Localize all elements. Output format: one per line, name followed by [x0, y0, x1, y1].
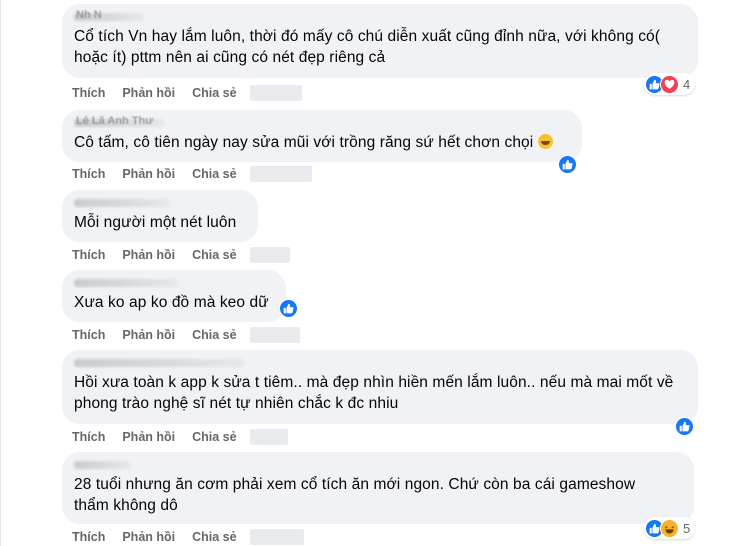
author-name[interactable] [74, 357, 686, 369]
share-button[interactable]: Chia sẻ [192, 86, 236, 100]
author-name[interactable] [74, 459, 682, 471]
like-button[interactable]: Thích [72, 248, 105, 262]
author-name[interactable]: Lê Lã Anh Thư [74, 115, 570, 129]
comment-text: Hồi xưa toàn k app k sửa t tiêm.. mà đẹp… [74, 374, 674, 412]
like-icon [279, 298, 298, 318]
share-button[interactable]: Chia sẻ [192, 530, 236, 544]
like-button[interactable]: Thích [72, 328, 105, 342]
love-icon [660, 74, 679, 94]
share-button[interactable]: Chia sẻ [192, 430, 236, 444]
redacted-timestamp [249, 85, 302, 101]
comment-bubble: Xưa ko ap ko đồ mà keo dữ [62, 270, 286, 322]
redacted-timestamp [249, 529, 304, 545]
redacted-timestamp [249, 327, 300, 343]
reaction-summary[interactable]: 5 [644, 517, 696, 539]
share-button[interactable]: Chia sẻ [192, 328, 236, 342]
author-name[interactable] [74, 277, 274, 289]
reaction-summary[interactable] [674, 415, 697, 437]
comment-text: Cổ tích Vn hay lắm luôn, thời đó mấy cô … [74, 28, 661, 66]
comment-actions: Thích Phản hồi Chia sẻ [72, 85, 302, 101]
comment-bubble: Mỗi người một nét luôn [62, 190, 258, 242]
frame-divider [0, 0, 1, 546]
comment-actions: Thích Phản hồi Chia sẻ [72, 247, 290, 263]
comment-bubble: Lê Lã Anh Thư Cô tấm, cô tiên ngày nay s… [62, 110, 582, 162]
author-name[interactable] [74, 197, 246, 209]
comment-actions: Thích Phản hồi Chia sẻ [72, 429, 288, 445]
reaction-summary[interactable]: 4 [644, 73, 696, 95]
comment-bubble: 28 tuổi nhưng ăn cơm phải xem cổ tích ăn… [62, 452, 694, 524]
share-button[interactable]: Chia sẻ [192, 248, 236, 262]
comment-actions: Thích Phản hồi Chia sẻ [72, 327, 300, 343]
comment-bubble: Hồi xưa toàn k app k sửa t tiêm.. mà đẹp… [62, 350, 698, 424]
comment-text: Cô tấm, cô tiên ngày nay sửa mũi với trồ… [74, 132, 570, 153]
reply-button[interactable]: Phản hồi [122, 167, 175, 181]
comment-bubble: Nh N Cổ tích Vn hay lắm luôn, thời đó mấ… [62, 4, 698, 78]
redacted-timestamp [249, 247, 290, 263]
reaction-count: 4 [683, 76, 691, 92]
like-button[interactable]: Thích [72, 430, 105, 444]
reply-button[interactable]: Phản hồi [122, 86, 175, 100]
share-button[interactable]: Chia sẻ [192, 167, 236, 181]
reaction-summary[interactable] [557, 153, 580, 175]
comment-text: Mỗi người một nét luôn [74, 214, 237, 231]
reaction-count: 5 [683, 520, 691, 536]
reaction-summary[interactable] [278, 297, 301, 319]
reply-button[interactable]: Phản hồi [122, 248, 175, 262]
like-button[interactable]: Thích [72, 530, 105, 544]
reply-button[interactable]: Phản hồi [122, 430, 175, 444]
comment-text: Xưa ko ap ko đồ mà keo dữ [74, 294, 269, 311]
comment-text: 28 tuổi nhưng ăn cơm phải xem cổ tích ăn… [74, 476, 636, 514]
author-name[interactable]: Nh N [74, 9, 686, 23]
rofl-emoji-icon [537, 134, 553, 149]
like-button[interactable]: Thích [72, 167, 105, 181]
haha-icon [660, 518, 679, 538]
redacted-timestamp [249, 166, 312, 182]
reply-button[interactable]: Phản hồi [122, 328, 175, 342]
like-icon [675, 416, 694, 436]
comment-actions: Thích Phản hồi Chia sẻ [72, 529, 304, 545]
redacted-timestamp [249, 429, 288, 445]
reply-button[interactable]: Phản hồi [122, 530, 175, 544]
comment-actions: Thích Phản hồi Chia sẻ [72, 166, 312, 182]
like-button[interactable]: Thích [72, 86, 105, 100]
like-icon [558, 154, 577, 174]
